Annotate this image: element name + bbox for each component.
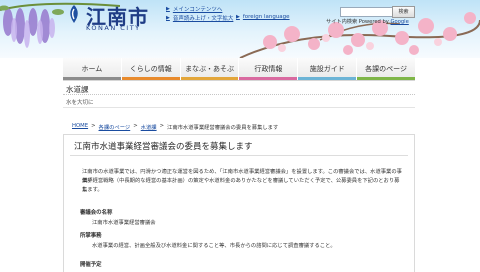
nav-item-label[interactable]: 行政情報 [254,64,282,74]
department-divider [63,107,415,108]
section-body-duties: 水道事業の経営、計画全般及び水道料金に関すること等、市長からの諮問に応じて調査審… [92,243,336,249]
section-heading-duties: 所掌事務 [80,233,102,239]
breadcrumb-separator: > [159,123,165,129]
nav-item-facilities[interactable]: 施設ガイド [298,58,358,80]
nav-item-label[interactable]: ホーム [82,64,103,74]
breadcrumb-separator: > [91,123,96,129]
nav-item-learning[interactable]: まなぶ・あそぶ [180,58,240,80]
nav-item-home[interactable]: ホーム [63,58,122,80]
foreign-language-link[interactable]: ▶ foreign language [236,14,290,20]
section-body-name: 江南市水道事業経営審議会 [92,220,156,226]
breadcrumb-home-link[interactable]: HOME [72,123,88,131]
global-nav: ホーム くらしの情報 まなぶ・あそぶ 行政情報 施設ガイド 各課のページ [63,58,415,80]
nav-item-departments[interactable]: 各課のページ [357,58,415,80]
department-title: 水道課 [63,84,415,95]
nav-item-label[interactable]: 施設ガイド [310,64,345,74]
arrow-icon: ▶ [166,15,170,21]
search-button[interactable]: 検索 [392,6,415,18]
google-link[interactable]: Google [391,19,409,25]
nav-item-label[interactable]: まなぶ・あそぶ [185,64,234,74]
breadcrumb-current: 江南市水道事業経営審議会の委員を募集します [167,125,279,131]
city-emblem-icon [70,5,78,23]
nav-item-administration[interactable]: 行政情報 [239,58,299,80]
breadcrumb-departments-link[interactable]: 各課のページ [99,123,131,131]
arrow-icon: ▶ [236,14,240,20]
site-search-input[interactable] [340,7,396,17]
breadcrumb: HOME > 各課のページ > 水道課 > 江南市水道事業経営審議会の委員を募集… [72,123,278,131]
breadcrumb-water-link[interactable]: 水道課 [141,123,157,131]
reading-support-link[interactable]: ▶ 音声読み上げ・文字拡大 [166,14,233,22]
search-note-text: サイト内検索 Powered by [326,19,389,25]
section-heading-name: 審議会の名称 [80,210,113,216]
nav-item-living[interactable]: くらしの情報 [121,58,181,80]
reading-link-label[interactable]: 音声読み上げ・文字拡大 [173,14,234,22]
search-powered-by-note: サイト内検索 Powered by Google [326,18,409,25]
skip-to-content-link[interactable]: ▶ メインコンテンツへ [166,5,222,13]
language-link-label[interactable]: foreign language [243,14,290,20]
site-header: 江南市 KONAN CITY ▶ メインコンテンツへ ▶ 音声読み上げ・文字拡大… [0,0,480,58]
section-heading-schedule: 開催予定 [80,262,102,268]
skip-link-label[interactable]: メインコンテンツへ [173,5,223,13]
nav-item-label[interactable]: 各課のページ [365,64,407,74]
arrow-icon: ▶ [166,6,170,12]
intro-paragraph-line: します。 [82,187,103,193]
breadcrumb-separator: > [133,123,138,129]
article-title: 江南市水道事業経営審議会の委員を募集します [70,141,408,156]
site-logo-subtitle: KONAN CITY [86,24,141,32]
nav-item-label[interactable]: くらしの情報 [130,64,172,74]
nav-divider [63,80,415,81]
department-subtitle: 水を大切に [66,100,94,106]
